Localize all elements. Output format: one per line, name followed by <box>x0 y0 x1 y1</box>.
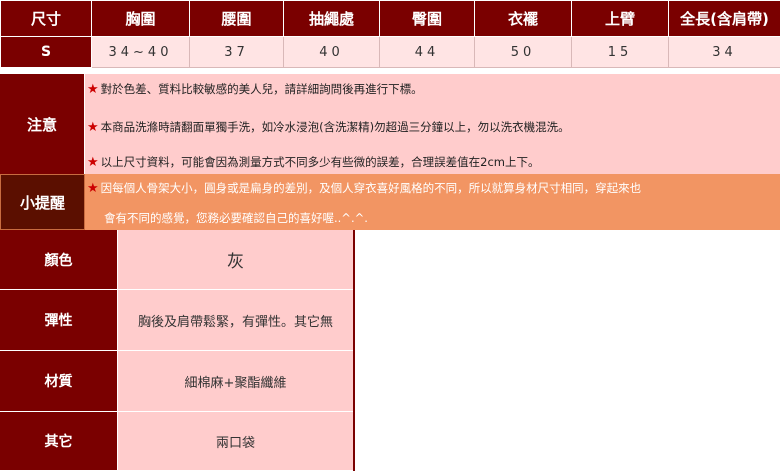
size-label: S <box>0 36 92 68</box>
value-length: 34 <box>668 36 780 68</box>
reminder-text-1: 因每個人骨架大小，圓身或是扁身的差別，及個人穿衣喜好風格的不同，所以就算身材尺寸… <box>100 181 642 195</box>
value-hip: 44 <box>379 36 475 68</box>
header-hem: 衣襬 <box>474 0 572 37</box>
attr-label-elasticity: 彈性 <box>0 290 117 351</box>
attr-value-other: 兩口袋 <box>117 412 353 471</box>
reminder-line-1: ★ 因每個人骨架大小，圓身或是扁身的差別，及個人穿衣喜好風格的不同，所以就算身材尺… <box>87 180 641 196</box>
attribute-table: 顏色 灰 彈性 胸後及肩帶鬆緊，有彈性。其它無 材質 細棉麻+聚酯纖維 其它 兩… <box>0 230 355 471</box>
attr-row-elasticity: 彈性 胸後及肩帶鬆緊，有彈性。其它無 <box>0 290 353 351</box>
attr-value-color: 灰 <box>117 230 353 290</box>
header-chest: 胸圍 <box>91 0 190 37</box>
attr-label-other: 其它 <box>0 412 117 471</box>
header-drawstring: 抽繩處 <box>283 0 380 37</box>
attr-row-color: 顏色 灰 <box>0 230 353 290</box>
header-hip: 臀圍 <box>379 0 475 37</box>
note-line-2: ★ 本商品洗滌時請翻面單獨手洗，如冷水浸泡(含洗潔精)勿超過三分鐘以上，勿以洗衣機… <box>87 119 570 135</box>
attr-value-elasticity: 胸後及肩帶鬆緊，有彈性。其它無 <box>117 290 353 351</box>
size-table: 尺寸 胸圍 腰圍 抽繩處 臀圍 衣襬 上臂 全長(含肩帶) S 34~40 37… <box>0 0 780 68</box>
header-size: 尺寸 <box>0 0 92 37</box>
value-hem: 50 <box>474 36 572 68</box>
star-icon: ★ <box>87 120 99 135</box>
value-waist: 37 <box>189 36 284 68</box>
note-text-3: 以上尺寸資料，可能會因為測量方式不同多少有些微的誤差，合理誤差值在2cm上下。 <box>100 155 540 169</box>
reminder-section: 小提醒 ★ 因每個人骨架大小，圓身或是扁身的差別，及個人穿衣喜好風格的不同，所以就… <box>0 174 780 230</box>
attr-row-other: 其它 兩口袋 <box>0 412 353 471</box>
header-upper-arm: 上臂 <box>571 0 669 37</box>
reminder-label: 小提醒 <box>0 174 85 230</box>
note-text-2: 本商品洗滌時請翻面單獨手洗，如冷水浸泡(含洗潔精)勿超過三分鐘以上，勿以洗衣機混… <box>100 120 570 134</box>
star-icon: ★ <box>87 181 99 196</box>
notes-section: 注意 ★ 對於色差、質料比較敏感的美人兒，請詳細詢問後再進行下標。 ★ 本商品洗滌時… <box>0 74 780 174</box>
note-line-1: ★ 對於色差、質料比較敏感的美人兒，請詳細詢問後再進行下標。 <box>87 81 423 97</box>
value-chest: 34~40 <box>91 36 190 68</box>
size-table-header-row: 尺寸 胸圍 腰圍 抽繩處 臀圍 衣襬 上臂 全長(含肩帶) <box>0 0 780 37</box>
header-waist: 腰圍 <box>189 0 284 37</box>
attr-label-color: 顏色 <box>0 230 117 290</box>
star-icon: ★ <box>87 155 99 170</box>
star-icon: ★ <box>87 82 99 97</box>
value-upper-arm: 15 <box>571 36 669 68</box>
size-row-s: S 34~40 37 40 44 50 15 34 <box>0 36 780 68</box>
header-length: 全長(含肩帶) <box>668 0 780 37</box>
note-line-3: ★ 以上尺寸資料，可能會因為測量方式不同多少有些微的誤差，合理誤差值在2cm上下。 <box>87 154 540 170</box>
attr-row-material: 材質 細棉麻+聚酯纖維 <box>0 351 353 412</box>
attr-value-material: 細棉麻+聚酯纖維 <box>117 351 353 412</box>
attr-label-material: 材質 <box>0 351 117 412</box>
note-text-1: 對於色差、質料比較敏感的美人兒，請詳細詢問後再進行下標。 <box>100 82 423 96</box>
notes-label: 注意 <box>0 74 85 174</box>
reminder-text-2: 會有不同的感覺，您務必要確認自己的喜好喔..^.^. <box>104 211 368 225</box>
value-drawstring: 40 <box>283 36 380 68</box>
